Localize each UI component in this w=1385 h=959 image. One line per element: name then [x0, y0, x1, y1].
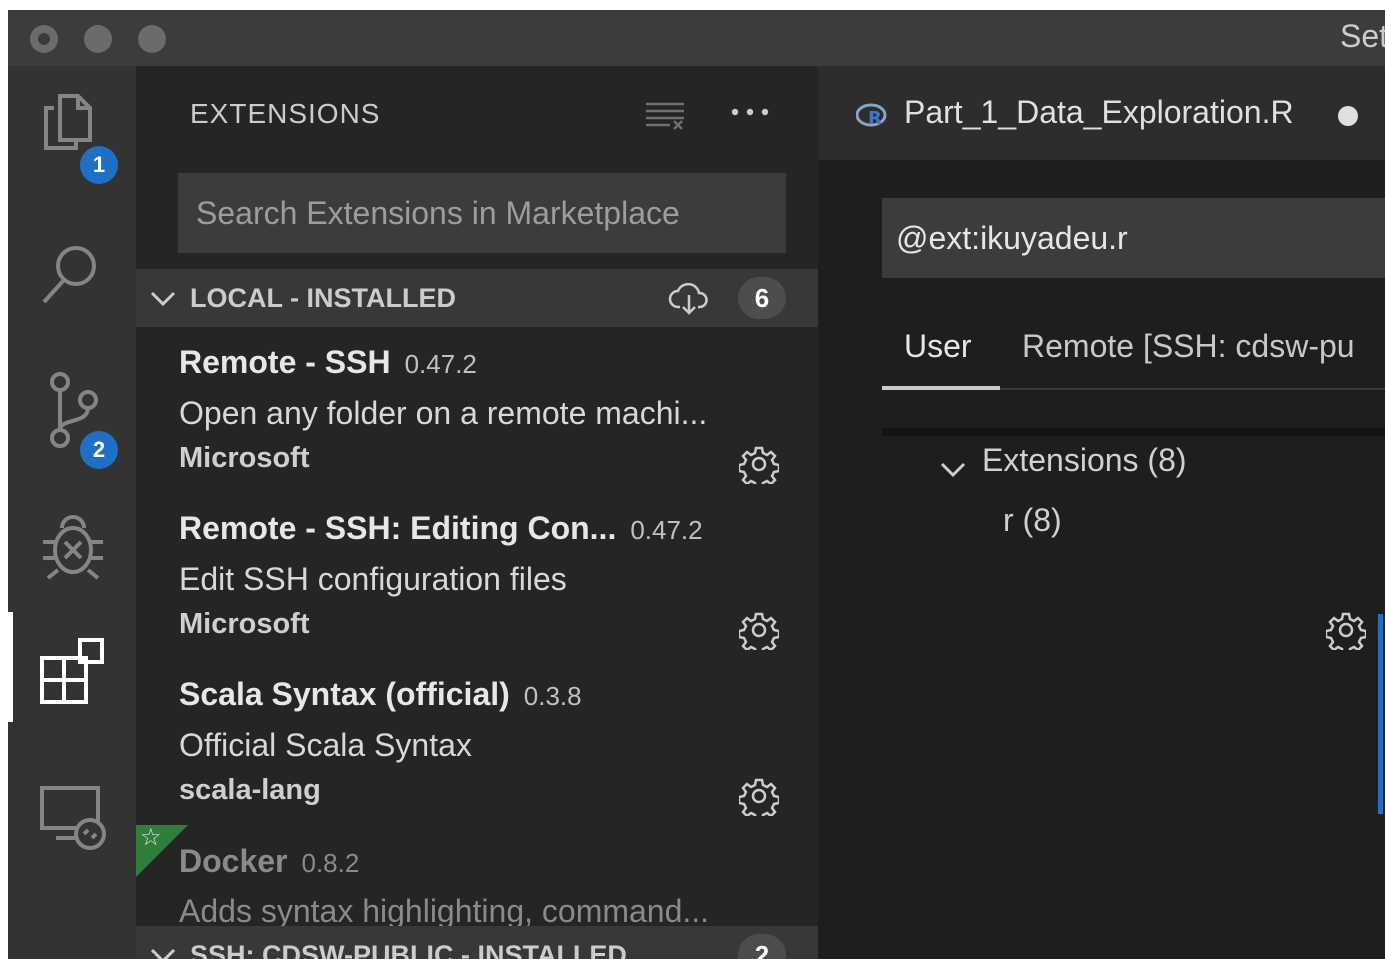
gear-icon[interactable] [739, 776, 779, 816]
explorer-badge: 1 [80, 146, 118, 184]
tab-label: Part_1_Data_Exploration.R [904, 94, 1294, 130]
extension-name-wrap: Scala Syntax (official) 0.3.8 [179, 676, 582, 713]
title-bar: Set [8, 10, 1385, 66]
settings-editor: R Part_1_Data_Exploration.R @ext:ikuyade… [818, 66, 1385, 959]
activity-explorer[interactable]: 1 [8, 66, 136, 184]
star-icon: ☆ [140, 824, 162, 851]
extension-item[interactable]: Remote - SSH 0.47.2 Open any folder on a … [136, 344, 818, 510]
activity-remote-explorer[interactable] [8, 756, 136, 866]
chevron-down-icon [150, 948, 176, 959]
settings-header-separator [882, 428, 1385, 436]
remote-explorer-icon [40, 786, 106, 850]
window-title: Set [1340, 18, 1385, 54]
extension-version: 0.47.2 [404, 349, 477, 379]
gear-icon[interactable] [1326, 610, 1366, 650]
activity-bar: 1 2 [8, 66, 136, 959]
extension-item[interactable]: Scala Syntax (official) 0.3.8 Official Sc… [136, 676, 818, 842]
extension-name-wrap: Remote - SSH 0.47.2 [179, 344, 477, 381]
setting-modified-indicator [1378, 614, 1383, 814]
extension-name: Remote - SSH: Editing Con... [179, 510, 617, 546]
extension-publisher: Microsoft [179, 608, 310, 640]
search-icon [42, 246, 96, 304]
vscode-window: Set 1 2 EXTENSIONS Search Extensions in … [8, 10, 1385, 959]
activity-source-control[interactable]: 2 [8, 346, 136, 469]
section-label: LOCAL - INSTALLED [190, 283, 456, 313]
extension-item[interactable]: Remote - SSH: Editing Con... 0.47.2 Edit … [136, 510, 818, 676]
extension-version: 0.8.2 [301, 848, 360, 878]
editor-tab[interactable]: R Part_1_Data_Exploration.R [818, 66, 1385, 160]
minimize-window-button[interactable] [84, 25, 112, 53]
activity-extensions[interactable] [8, 612, 136, 722]
extension-name: Scala Syntax (official) [179, 676, 510, 712]
more-actions-icon[interactable] [730, 106, 770, 118]
extension-description: Official Scala Syntax [179, 727, 472, 763]
unsaved-indicator[interactable] [1338, 106, 1358, 126]
tab-remote-settings[interactable]: Remote [SSH: cdsw-pu [1022, 328, 1355, 365]
tab-user-settings[interactable]: User [904, 328, 972, 365]
ssh-installed-section-header[interactable]: SSH: CDSW-PUBLIC - INSTALLED 2 [136, 926, 818, 959]
activity-debug[interactable] [8, 486, 136, 596]
extension-name: Remote - SSH [179, 344, 391, 380]
local-installed-section-header[interactable]: LOCAL - INSTALLED 6 [136, 269, 818, 327]
maximize-window-button[interactable] [138, 25, 166, 53]
extension-description: Adds syntax highlighting, command... [179, 893, 710, 929]
r-file-icon: R [856, 103, 887, 128]
extensions-search-input[interactable]: Search Extensions in Marketplace [178, 173, 786, 253]
debug-icon [43, 515, 103, 580]
chevron-down-icon[interactable] [938, 454, 968, 484]
gear-icon[interactable] [739, 610, 779, 650]
chevron-down-icon [150, 291, 176, 307]
gear-icon[interactable] [739, 444, 779, 484]
extension-description: Edit SSH configuration files [179, 561, 567, 597]
sidebar-title: EXTENSIONS [190, 98, 381, 129]
cloud-download-icon[interactable] [668, 283, 710, 315]
activity-search[interactable] [8, 216, 136, 326]
extensions-sidebar: EXTENSIONS Search Extensions in Marketpl… [136, 66, 818, 959]
extension-version: 0.47.2 [630, 515, 703, 545]
extension-publisher: Microsoft [179, 442, 310, 474]
extension-publisher: scala-lang [179, 774, 321, 806]
svg-text:R: R [868, 108, 882, 128]
active-tab-indicator [882, 386, 1000, 390]
settings-search-input[interactable]: @ext:ikuyadeu.r [882, 198, 1385, 278]
extension-name-wrap: Remote - SSH: Editing Con... 0.47.2 [179, 510, 703, 547]
extension-name: Docker [179, 843, 288, 879]
clear-filter-icon[interactable] [644, 100, 686, 132]
extensions-icon [40, 638, 104, 704]
editor-tab-bar: R Part_1_Data_Exploration.R [818, 66, 1385, 160]
section-label: SSH: CDSW-PUBLIC - INSTALLED [190, 940, 627, 959]
ssh-installed-count-badge: 2 [738, 934, 786, 959]
tree-item-r[interactable]: r (8) [1003, 502, 1062, 539]
tree-item-extensions[interactable]: Extensions (8) [982, 442, 1187, 479]
installed-count-badge: 6 [738, 277, 786, 319]
extension-name-wrap: Docker 0.8.2 [179, 843, 359, 880]
close-window-button[interactable] [30, 25, 58, 53]
source-control-badge: 2 [80, 431, 118, 469]
extension-version: 0.3.8 [523, 681, 582, 711]
extension-description: Open any folder on a remote machi... [179, 395, 708, 431]
